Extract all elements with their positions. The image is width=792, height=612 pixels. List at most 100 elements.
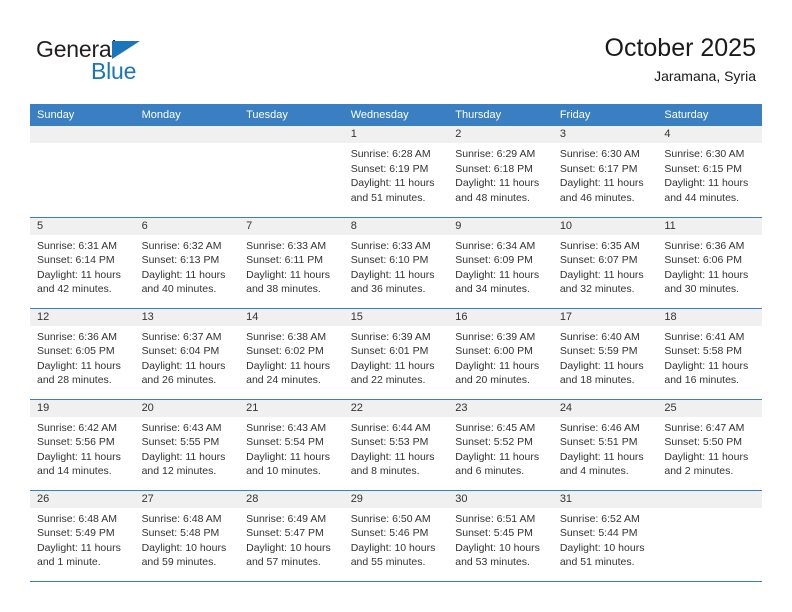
calendar-day-cell[interactable]: 25 Sunrise: 6:47 AM Sunset: 5:50 PM Dayligh…: [657, 399, 762, 491]
sunrise-text: Sunrise: 6:39 AM: [455, 330, 536, 343]
daylight-text-line2: and 16 minutes.: [664, 374, 740, 387]
logo-text-blue: Blue: [91, 58, 137, 84]
sunset-text: Sunset: 6:02 PM: [246, 345, 324, 358]
calendar-day-cell[interactable]: 14 Sunrise: 6:38 AM Sunset: 6:02 PM Dayligh…: [239, 308, 344, 400]
sunrise-text: Sunrise: 6:44 AM: [350, 421, 431, 434]
day-number: 24: [552, 399, 658, 417]
day-sun-info: Sunrise: 6:31 AM Sunset: 6:14 PM Daylight:…: [30, 235, 135, 297]
day-sun-info: Sunrise: 6:45 AM Sunset: 5:52 PM Daylight:…: [448, 417, 553, 479]
calendar-day-cell[interactable]: 4 Sunrise: 6:30 AM Sunset: 6:15 PM Daylight…: [657, 126, 762, 218]
day-sun-info: Sunrise: 6:43 AM Sunset: 5:54 PM Daylight:…: [239, 417, 344, 479]
calendar-day-cell[interactable]: 19 Sunrise: 6:42 AM Sunset: 5:56 PM Dayligh…: [30, 399, 135, 491]
daylight-text-line2: and 44 minutes.: [664, 191, 740, 204]
calendar-day-cell[interactable]: 27 Sunrise: 6:48 AM Sunset: 5:48 PM Dayligh…: [134, 490, 240, 582]
day-cell-content: [657, 490, 762, 581]
sunset-text: Sunset: 6:00 PM: [455, 345, 533, 358]
sunrise-text: Sunrise: 6:28 AM: [350, 148, 431, 160]
day-sun-info: Sunrise: 6:46 AM Sunset: 5:51 PM Daylight:…: [553, 417, 658, 479]
day-cell-content: 15 Sunrise: 6:39 AM Sunset: 6:01 PM Dayligh…: [343, 308, 449, 399]
day-number: 16: [448, 308, 553, 326]
sunset-text: Sunset: 6:09 PM: [455, 254, 533, 267]
sunrise-text: Sunrise: 6:29 AM: [455, 148, 536, 160]
calendar-day-cell[interactable]: 3 Sunrise: 6:30 AM Sunset: 6:17 PM Daylight…: [552, 126, 658, 218]
calendar-day-cell[interactable]: 16 Sunrise: 6:39 AM Sunset: 6:00 PM Dayligh…: [448, 308, 553, 400]
calendar-day-cell[interactable]: 12 Sunrise: 6:36 AM Sunset: 6:05 PM Dayligh…: [30, 308, 135, 400]
weekday-header-saturday: Saturday: [657, 104, 762, 126]
sunset-text: Sunset: 6:05 PM: [37, 345, 115, 358]
day-number: 8: [343, 217, 449, 235]
sunset-text: Sunset: 5:44 PM: [559, 527, 638, 540]
sunset-text: Sunset: 6:18 PM: [455, 162, 533, 175]
calendar-day-cell[interactable]: 26 Sunrise: 6:48 AM Sunset: 5:49 PM Dayligh…: [30, 490, 135, 582]
day-cell-content: 28 Sunrise: 6:49 AM Sunset: 5:47 PM Dayligh…: [239, 490, 344, 581]
calendar-day-cell[interactable]: 7 Sunrise: 6:33 AM Sunset: 6:11 PM Daylight…: [239, 217, 344, 309]
calendar-day-cell[interactable]: 20 Sunrise: 6:43 AM Sunset: 5:55 PM Dayligh…: [134, 399, 240, 491]
day-cell-content: 16 Sunrise: 6:39 AM Sunset: 6:00 PM Dayligh…: [448, 308, 553, 399]
day-cell-content: 2 Sunrise: 6:29 AM Sunset: 6:18 PM Daylight…: [448, 126, 553, 217]
day-sun-info: Sunrise: 6:39 AM Sunset: 6:00 PM Daylight:…: [448, 326, 553, 388]
daylight-text-line2: and 38 minutes.: [246, 283, 321, 296]
sunset-text: Sunset: 5:49 PM: [37, 527, 115, 540]
calendar-day-cell[interactable]: 8 Sunrise: 6:33 AM Sunset: 6:10 PM Daylight…: [343, 217, 449, 309]
calendar-day-cell[interactable]: 18 Sunrise: 6:41 AM Sunset: 5:58 PM Dayligh…: [657, 308, 762, 400]
general-blue-logo: General Blue: [36, 36, 216, 88]
day-number: 5: [30, 217, 135, 235]
daylight-text-line2: and 48 minutes.: [455, 191, 530, 204]
sunset-text: Sunset: 6:14 PM: [37, 254, 115, 267]
daylight-text-line1: Daylight: 10 hours: [455, 541, 540, 554]
daylight-text-line1: Daylight: 11 hours: [455, 450, 540, 463]
day-number: 31: [552, 490, 658, 508]
calendar-day-cell[interactable]: 30 Sunrise: 6:51 AM Sunset: 5:45 PM Dayligh…: [448, 490, 553, 582]
daylight-text-line2: and 53 minutes.: [455, 556, 530, 569]
calendar-day-cell[interactable]: 23 Sunrise: 6:45 AM Sunset: 5:52 PM Dayligh…: [448, 399, 553, 491]
sunrise-text: Sunrise: 6:48 AM: [37, 512, 117, 525]
daylight-text-line1: Daylight: 11 hours: [455, 359, 540, 372]
day-cell-content: 12 Sunrise: 6:36 AM Sunset: 6:05 PM Dayligh…: [30, 308, 135, 399]
calendar-day-cell[interactable]: 2 Sunrise: 6:29 AM Sunset: 6:18 PM Daylight…: [448, 126, 553, 218]
day-sun-info: Sunrise: 6:49 AM Sunset: 5:47 PM Daylight:…: [239, 508, 344, 570]
day-number: 27: [134, 490, 240, 508]
daylight-text-line2: and 36 minutes.: [350, 283, 426, 296]
day-sun-info: Sunrise: 6:42 AM Sunset: 5:56 PM Daylight:…: [30, 417, 135, 479]
day-number: 20: [134, 399, 240, 417]
day-number: 30: [448, 490, 553, 508]
day-number: [239, 126, 344, 143]
calendar-day-cell[interactable]: 22 Sunrise: 6:44 AM Sunset: 5:53 PM Dayligh…: [343, 399, 449, 491]
day-number: [657, 490, 762, 508]
day-number: 13: [134, 308, 240, 326]
sunset-text: Sunset: 6:13 PM: [141, 254, 220, 267]
daylight-text-line2: and 20 minutes.: [455, 374, 530, 387]
day-sun-info: Sunrise: 6:32 AM Sunset: 6:13 PM Daylight:…: [135, 235, 240, 297]
calendar-day-cell[interactable]: 9 Sunrise: 6:34 AM Sunset: 6:09 PM Daylight…: [448, 217, 553, 309]
daylight-text-line2: and 24 minutes.: [246, 374, 321, 387]
calendar-day-cell-empty: [239, 126, 344, 218]
day-number: 10: [552, 217, 658, 235]
calendar-day-cell[interactable]: 5 Sunrise: 6:31 AM Sunset: 6:14 PM Daylight…: [30, 217, 135, 309]
calendar-week-row: 12 Sunrise: 6:36 AM Sunset: 6:05 PM Dayligh…: [30, 308, 762, 400]
sunset-text: Sunset: 6:11 PM: [246, 254, 323, 267]
calendar-day-cell[interactable]: 10 Sunrise: 6:35 AM Sunset: 6:07 PM Dayligh…: [552, 217, 658, 309]
sunrise-text: Sunrise: 6:33 AM: [246, 239, 327, 252]
day-number: 4: [657, 126, 762, 143]
calendar-day-cell[interactable]: 11 Sunrise: 6:36 AM Sunset: 6:06 PM Dayligh…: [657, 217, 762, 309]
sunrise-text: Sunrise: 6:48 AM: [141, 512, 222, 525]
sunset-text: Sunset: 5:56 PM: [37, 436, 115, 449]
calendar-week-row: 5 Sunrise: 6:31 AM Sunset: 6:14 PM Daylight…: [30, 217, 762, 309]
calendar-day-cell[interactable]: 15 Sunrise: 6:39 AM Sunset: 6:01 PM Dayligh…: [343, 308, 449, 400]
calendar-day-cell[interactable]: 21 Sunrise: 6:43 AM Sunset: 5:54 PM Dayligh…: [239, 399, 344, 491]
calendar-day-cell[interactable]: 6 Sunrise: 6:32 AM Sunset: 6:13 PM Daylight…: [134, 217, 240, 309]
calendar-day-cell[interactable]: 17 Sunrise: 6:40 AM Sunset: 5:59 PM Dayligh…: [552, 308, 658, 400]
daylight-text-line1: Daylight: 11 hours: [37, 450, 121, 463]
calendar-day-cell-empty: [657, 490, 762, 582]
calendar-day-cell[interactable]: 1 Sunrise: 6:28 AM Sunset: 6:19 PM Daylight…: [343, 126, 449, 218]
calendar-body: 1 Sunrise: 6:28 AM Sunset: 6:19 PM Daylight…: [30, 126, 762, 582]
calendar-day-cell[interactable]: 28 Sunrise: 6:49 AM Sunset: 5:47 PM Dayligh…: [239, 490, 344, 582]
calendar-day-cell[interactable]: 31 Sunrise: 6:52 AM Sunset: 5:44 PM Dayligh…: [552, 490, 658, 582]
daylight-text-line2: and 28 minutes.: [37, 374, 112, 387]
calendar-day-cell[interactable]: 29 Sunrise: 6:50 AM Sunset: 5:46 PM Dayligh…: [343, 490, 449, 582]
daylight-text-line1: Daylight: 11 hours: [350, 450, 435, 463]
daylight-text-line1: Daylight: 10 hours: [559, 541, 645, 554]
calendar-day-cell[interactable]: 24 Sunrise: 6:46 AM Sunset: 5:51 PM Dayligh…: [552, 399, 658, 491]
day-cell-content: 20 Sunrise: 6:43 AM Sunset: 5:55 PM Dayligh…: [134, 399, 240, 490]
calendar-day-cell[interactable]: 13 Sunrise: 6:37 AM Sunset: 6:04 PM Dayligh…: [134, 308, 240, 400]
